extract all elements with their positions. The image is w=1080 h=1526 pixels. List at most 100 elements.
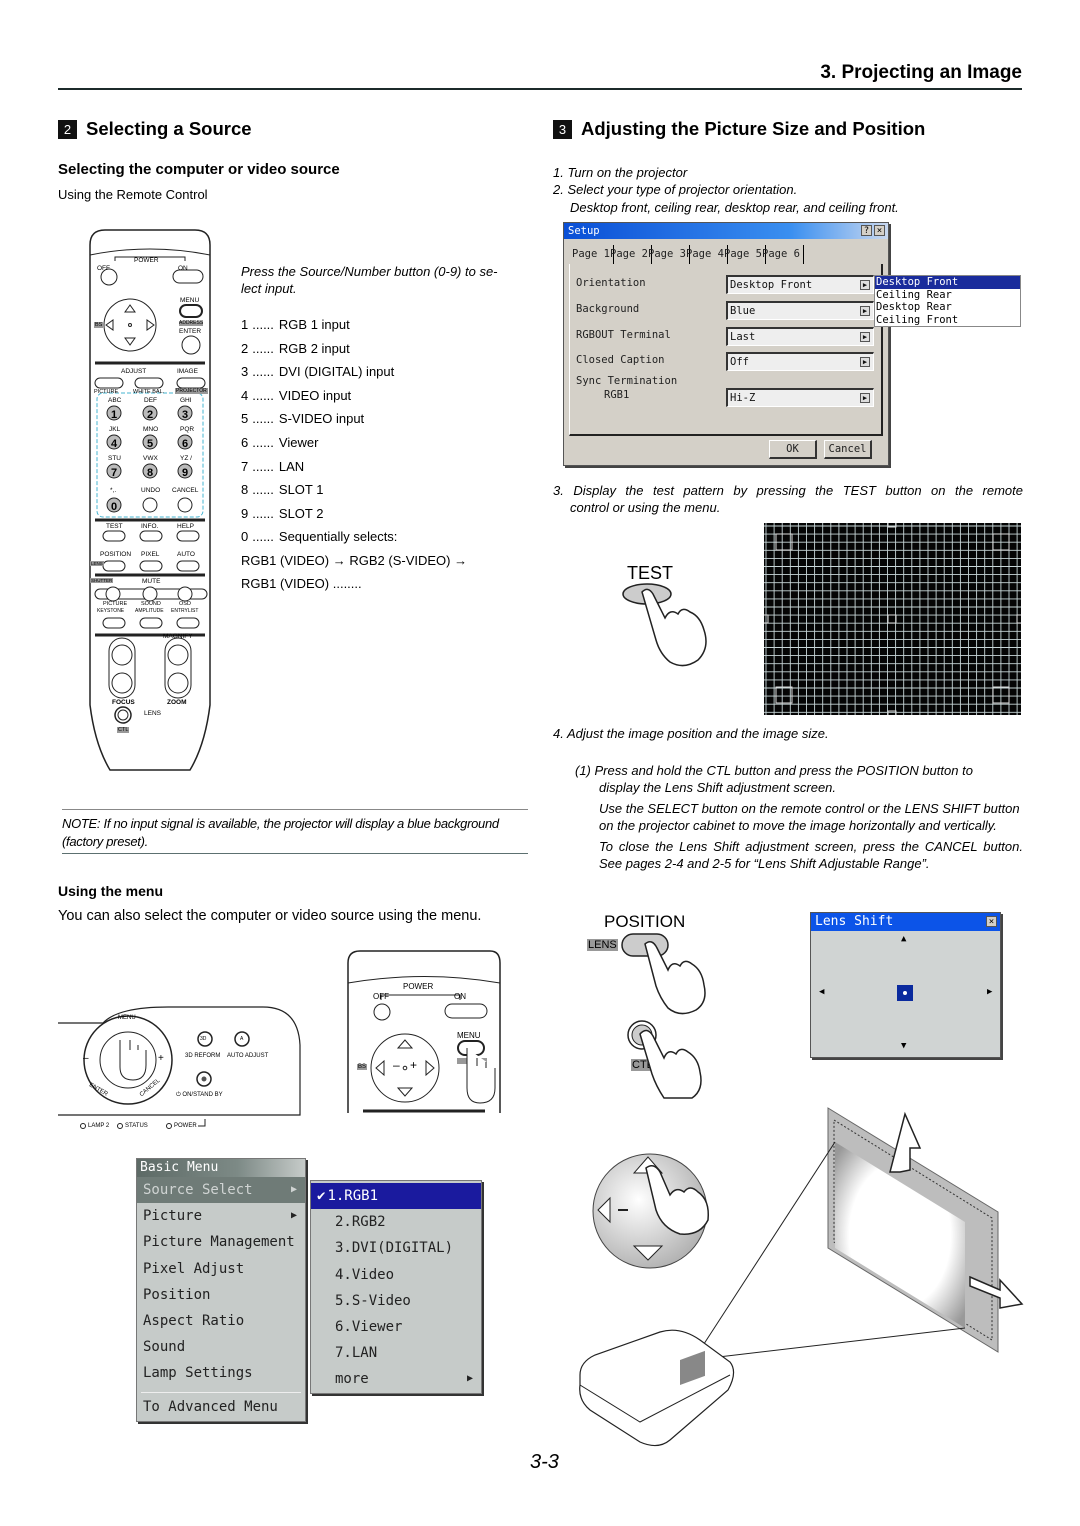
source-option[interactable]: 7.LAN xyxy=(311,1340,481,1366)
arrow-up-icon[interactable]: ▲ xyxy=(901,934,906,944)
menu-item-label: Picture Management xyxy=(143,1234,295,1251)
remote-caption: Using the Remote Control xyxy=(58,187,208,202)
dropdown-arrow-icon[interactable]: ▶ xyxy=(860,393,870,403)
instruction-line: (1) Press and hold the CTL button and pr… xyxy=(575,763,973,778)
setup-field-sublabel: RGB1 xyxy=(604,389,630,401)
arrow-left-icon[interactable]: ◀ xyxy=(819,987,824,997)
setup-field-select[interactable]: Off ▶ xyxy=(726,352,874,371)
source-option-label: 4.Video xyxy=(335,1266,395,1283)
remote-label-osd: OSD xyxy=(179,601,191,607)
hand-icon xyxy=(641,588,707,667)
help-icon[interactable]: ? xyxy=(861,225,872,236)
source-option[interactable]: 4.Video xyxy=(311,1262,481,1288)
step-3: 3. Display the test pattern by pressing … xyxy=(553,482,1023,516)
dropdown-arrow-icon[interactable]: ▶ xyxy=(860,357,870,367)
menu-subsection-title: Using the menu xyxy=(58,883,164,899)
leader-dots: ...... xyxy=(252,505,274,521)
menu-item-sound[interactable]: Sound xyxy=(137,1334,305,1360)
step-3-line: control or using the menu. xyxy=(570,500,721,515)
remote-label-keystone: KEYSTONE xyxy=(97,608,125,614)
remote-label-mute: MUTE xyxy=(142,578,161,585)
menu-divider xyxy=(141,1391,301,1393)
cabinet-label-cancel: CANCEL xyxy=(138,1077,162,1099)
close-icon[interactable]: × xyxy=(874,225,885,236)
remote-label-cancel: CANCEL xyxy=(172,487,199,494)
lens-shift-dialog: Lens Shift × ▲ ▼ ◀ ▶ xyxy=(810,912,1001,1058)
remote-label-shutter: SHUTTER xyxy=(90,578,114,583)
cancel-button[interactable]: Cancel xyxy=(824,440,872,459)
arrow-right-icon[interactable]: ▶ xyxy=(987,987,992,997)
section-number-badge: 3 xyxy=(553,119,572,139)
menu-intro-text: You can also select the computer or vide… xyxy=(58,908,482,924)
input-key: 1 xyxy=(241,317,249,332)
remote-label-enter: ENTER xyxy=(179,328,202,335)
input-list-item: 8...... SLOT 1 xyxy=(241,478,397,502)
setup-field-select[interactable]: Desktop Front ▶ xyxy=(726,275,874,294)
input-list-item: 0...... Sequentially selects: xyxy=(241,525,397,549)
input-label: DVI (DIGITAL) input xyxy=(278,364,395,380)
hand-icon xyxy=(639,1029,702,1099)
projection-illustration xyxy=(579,1107,1024,1447)
input-list-item: 2...... RGB 2 input xyxy=(241,337,397,361)
menu-item-lamp-settings[interactable]: Lamp Settings xyxy=(137,1360,305,1386)
orientation-option[interactable]: Desktop Front xyxy=(875,276,1020,289)
test-label: TEST xyxy=(627,563,674,583)
source-option[interactable]: 6.Viewer xyxy=(311,1314,481,1340)
key-letters: JKL xyxy=(109,426,121,433)
input-list: 1...... RGB 1 input 2...... RGB 2 input 3...… xyxy=(241,313,397,549)
page-number: 3-3 xyxy=(530,1451,559,1473)
step-2: 2. Select your type of projector orienta… xyxy=(553,182,798,197)
source-option[interactable]: 3.DVI(DIGITAL) xyxy=(311,1235,481,1261)
dropdown-arrow-icon[interactable]: ▶ xyxy=(860,280,870,290)
remote-label-image: IMAGE xyxy=(177,368,198,375)
source-option[interactable]: more ▶ xyxy=(311,1366,481,1392)
close-icon[interactable]: × xyxy=(986,916,997,927)
setup-field-select[interactable]: Hi-Z ▶ xyxy=(726,388,874,407)
source-option[interactable]: ✔ 1.RGB1 xyxy=(311,1183,481,1210)
orientation-option[interactable]: Desktop Rear xyxy=(875,301,1020,314)
leader-dots: ...... xyxy=(252,458,274,474)
remote-label-white-bal: WHITE BAL. xyxy=(133,389,165,395)
source-option[interactable]: 5.S-Video xyxy=(311,1288,481,1314)
remote-label-pixel: PIXEL xyxy=(141,551,160,558)
remote-label-projector: PROJECTOR xyxy=(175,388,208,394)
orientation-option[interactable]: Ceiling Rear xyxy=(875,289,1020,302)
remote-label-help: HELP xyxy=(177,523,194,530)
menu-item-source-select[interactable]: Source Select ▶ xyxy=(137,1177,305,1204)
sequence-line: RGB1 (VIDEO) ........ xyxy=(241,576,362,591)
menu-item-label: Position xyxy=(143,1286,211,1303)
setup-field-label: Sync Termination xyxy=(576,375,678,387)
dropdown-arrow-icon[interactable]: ▶ xyxy=(860,306,870,316)
remote-label-info: INFO. xyxy=(141,523,159,530)
menu-item-label: Sound xyxy=(143,1339,186,1356)
section-number-badge: 2 xyxy=(58,119,77,139)
orientation-option[interactable]: Ceiling Front xyxy=(875,314,1020,327)
arrow-down-icon[interactable]: ▼ xyxy=(901,1041,906,1051)
leader-dots: ...... xyxy=(252,434,274,450)
setup-field-label: Background xyxy=(576,303,640,315)
cabinet-label-plus: + xyxy=(158,1053,164,1064)
leader-dots: ...... xyxy=(252,387,274,403)
input-label: Sequentially selects: xyxy=(278,529,398,545)
menu-item-picture-management[interactable]: Picture Management xyxy=(137,1229,305,1255)
menu-item-label: Picture xyxy=(143,1208,203,1225)
source-option-label: 1.RGB1 xyxy=(327,1188,379,1204)
menu-item-pixel-adjust[interactable]: Pixel Adjust xyxy=(137,1256,305,1282)
leader-dots: ...... xyxy=(252,529,274,545)
menu-item-position[interactable]: Position xyxy=(137,1282,305,1308)
remote-label-bs: BS xyxy=(357,1064,368,1070)
setup-field-select[interactable]: Blue ▶ xyxy=(726,301,874,320)
remote-label-on: ON xyxy=(178,265,188,272)
dropdown-arrow-icon[interactable]: ▶ xyxy=(860,332,870,342)
ok-button[interactable]: OK xyxy=(769,440,817,459)
input-key: 4 xyxy=(241,387,249,403)
key-letters: GHI xyxy=(180,397,192,404)
menu-item-advanced[interactable]: To Advanced Menu xyxy=(137,1394,305,1420)
setup-field-select[interactable]: Last ▶ xyxy=(726,327,874,346)
menu-item-picture[interactable]: Picture ▶ xyxy=(137,1203,305,1229)
input-key: 3 xyxy=(241,364,249,380)
setup-tab[interactable]: Page 6 xyxy=(759,245,804,264)
lens-shift-instructions: (1) Press and hold the CTL button and pr… xyxy=(575,762,1023,872)
source-option[interactable]: 2.RGB2 xyxy=(311,1209,481,1235)
menu-item-aspect-ratio[interactable]: Aspect Ratio xyxy=(137,1308,305,1334)
